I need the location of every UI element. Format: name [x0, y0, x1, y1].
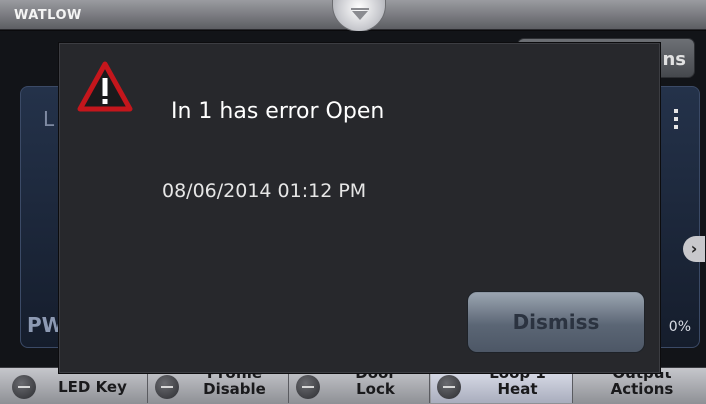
softkey-label: LED Key [58, 378, 127, 396]
more-menu-icon[interactable] [666, 106, 686, 132]
error-dialog: In 1 has error Open 08/06/2014 01:12 PM … [58, 42, 661, 374]
softkey-led-key[interactable]: LED Key [6, 371, 148, 403]
softkey-label: Lock [356, 380, 395, 398]
dismiss-button[interactable]: Dismiss [467, 291, 645, 353]
top-bar: WATLOW [0, 0, 706, 32]
softkey-label: Heat [497, 380, 538, 398]
dismiss-button-label: Dismiss [512, 310, 600, 334]
chevron-right-icon[interactable]: › [683, 236, 705, 262]
brand-logo: WATLOW [14, 8, 82, 23]
chevron-down-icon [352, 11, 368, 20]
error-message: In 1 has error Open [171, 99, 385, 124]
pulldown-bar [351, 8, 369, 10]
minus-icon [155, 375, 179, 399]
minus-icon [12, 375, 36, 399]
minus-icon [437, 375, 461, 399]
loop-card-caption: L [43, 107, 55, 131]
error-timestamp: 08/06/2014 01:12 PM [162, 180, 367, 202]
softkey-label: Disable [203, 380, 266, 398]
functions-button-label: ns [662, 49, 686, 70]
softkey-loop-heat[interactable]: Loop 1 Heat [431, 371, 573, 403]
minus-icon [296, 375, 320, 399]
pulldown-tab[interactable] [332, 0, 386, 32]
softkey-profile-disable[interactable]: Profile Disable [149, 371, 289, 403]
softkey-output-actions[interactable]: Output Actions [574, 371, 704, 403]
warning-triangle-icon [77, 61, 133, 112]
softkey-label: Actions [610, 380, 674, 398]
softkey-door-lock[interactable]: Door Lock [290, 371, 430, 403]
power-percent: 0% [668, 319, 691, 335]
